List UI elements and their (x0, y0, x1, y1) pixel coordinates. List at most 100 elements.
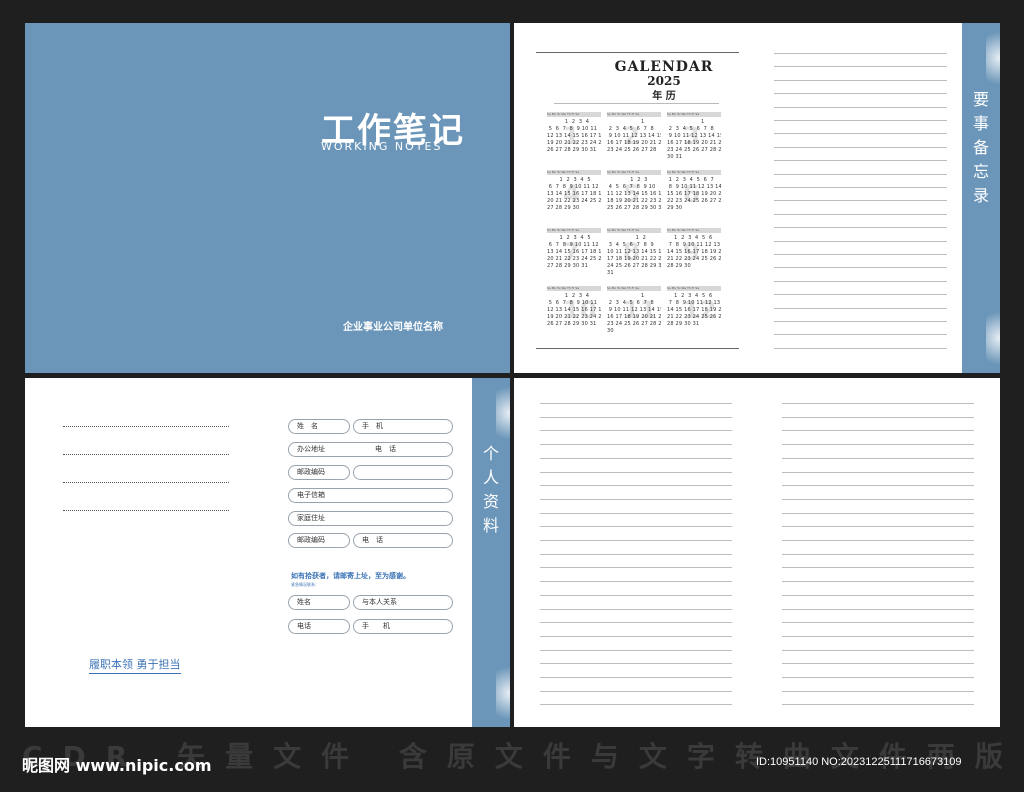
calendar-title: GALENDAR (614, 59, 714, 75)
weekday-header: Su Mo Tu We Th Fr Sa (547, 286, 601, 291)
ruled-line (540, 403, 732, 404)
weekday-header: Su Mo Tu We Th Fr Sa (607, 112, 661, 117)
weekday-header: Su Mo Tu We Th Fr Sa (667, 228, 721, 233)
personal-tab: 个人资料 (472, 378, 510, 728)
postcode-field[interactable]: 邮政编码 (288, 465, 350, 480)
ruled-line (774, 120, 947, 121)
ruled-line (540, 498, 732, 500)
calendar-bottom-rule (536, 348, 739, 349)
month-days: 1 2 3 4 5 6 7 8 9 10 11 12 13 14 15 16 1… (547, 235, 601, 269)
home-address-field[interactable]: 家庭住址 (288, 511, 453, 526)
weekday-header: Su Mo Tu We Th Fr Sa (547, 112, 601, 117)
email-field[interactable]: 电子信箱 (288, 488, 453, 503)
ruled-line (782, 567, 974, 569)
ruled-line (782, 444, 974, 446)
cover-subtitle: WORKING NOTES (321, 140, 443, 153)
calendar-month: Su Mo Tu We Th Fr Sa 5 1 2 3 4 5 6 7 8 9 … (607, 170, 661, 222)
weekday-header: Su Mo Tu We Th Fr Sa (547, 170, 601, 175)
ruled-line (774, 267, 947, 269)
notes-panel (514, 378, 1000, 727)
ruled-line (774, 187, 947, 188)
blank-line[interactable] (63, 426, 229, 427)
calendar-month: Su Mo Tu We Th Fr Sa 10 1 2 3 4 5 6 7 8 9… (547, 286, 601, 338)
ruled-line (774, 133, 947, 135)
contact-mobile-field[interactable]: 手 机 (353, 619, 453, 634)
home-phone-field[interactable]: 电 话 (353, 533, 453, 548)
ruled-line (540, 677, 732, 678)
month-days: 1 2 3 4 5 6 7 8 9 10 11 12 13 14 15 16 1… (667, 177, 721, 211)
month-days: 1 2 3 4 5 6 7 8 9 10 11 12 13 14 15 16 1… (667, 235, 721, 269)
ruled-line (540, 430, 732, 432)
emergency-contact-label: 紧急情况联系： (291, 582, 319, 587)
ruled-line (774, 227, 947, 229)
calendar-month: Su Mo Tu We Th Fr Sa 4 1 2 3 4 5 6 7 8 9 … (547, 170, 601, 222)
ruled-line (540, 553, 732, 555)
cover-company: 企业事业公司单位名称 (343, 322, 443, 333)
blank-line[interactable] (63, 482, 229, 483)
month-days: 1 2 3 4 5 6 7 8 9 10 11 12 13 14 15 16 1… (607, 293, 661, 334)
ruled-line (782, 540, 974, 541)
ruled-line (782, 622, 974, 624)
ruled-line (782, 485, 974, 487)
weekday-header: Su Mo Tu We Th Fr Sa (667, 286, 721, 291)
ruled-line (774, 53, 947, 54)
ruled-line (540, 663, 732, 665)
ruled-line (540, 540, 732, 541)
ruled-line (782, 677, 974, 678)
ruled-line (774, 294, 947, 296)
calendar-title-rule (554, 103, 719, 104)
ruled-line (774, 173, 947, 175)
blank-line[interactable] (63, 510, 229, 511)
ruled-line (782, 553, 974, 555)
ruled-line (774, 66, 947, 68)
ruled-line (540, 444, 732, 446)
month-days: 1 2 3 4 5 6 7 8 9 10 11 12 13 14 15 16 1… (607, 235, 661, 276)
ruled-line (774, 146, 947, 148)
ruled-line (540, 485, 732, 487)
home-postcode-field[interactable]: 邮政编码 (288, 533, 350, 548)
relation-field[interactable]: 与本人关系 (353, 595, 453, 610)
personal-info-panel: 姓 名 手 机 办公地址电 话 邮政编码 电子信箱 家庭住址 邮政编码 电 话 … (25, 378, 510, 728)
ruled-line (540, 649, 732, 651)
calendar-top-rule (536, 52, 739, 53)
calendar-month: Su Mo Tu We Th Fr Sa 3 1 2 3 4 5 6 7 8 9 … (667, 112, 721, 164)
blank-line[interactable] (63, 454, 229, 455)
ruled-line (774, 106, 947, 108)
ruled-line (774, 160, 947, 162)
mobile-field[interactable]: 手 机 (353, 419, 453, 434)
ruled-line (540, 704, 732, 706)
memo-tab-label: 要事备忘录 (972, 90, 989, 205)
ruled-line (774, 79, 947, 81)
ruled-line (782, 512, 974, 514)
month-days: 1 2 3 4 5 6 7 8 9 10 11 12 13 14 15 16 1… (607, 119, 661, 153)
weekday-header: Su Mo Tu We Th Fr Sa (667, 170, 721, 175)
ruled-line (774, 200, 947, 202)
ruled-line (782, 594, 974, 596)
calendar-month: Su Mo Tu We Th Fr Sa 9 1 2 3 4 5 6 7 8 9 … (667, 228, 721, 280)
ruled-line (540, 581, 732, 583)
calendar-month: Su Mo Tu We Th Fr Sa 1 1 2 3 4 5 6 7 8 9 … (547, 112, 601, 164)
contact-name-field[interactable]: 姓名 (288, 595, 350, 610)
ruled-line (774, 334, 947, 336)
ruled-line (540, 471, 732, 473)
month-days: 1 2 3 4 5 6 7 8 9 10 11 12 13 14 15 16 1… (547, 293, 601, 327)
ruled-line (540, 512, 732, 514)
ruled-line (774, 321, 947, 322)
weekday-header: Su Mo Tu We Th Fr Sa (667, 112, 721, 117)
ruled-line (540, 567, 732, 569)
memo-tab: 要事备忘录 (962, 23, 1000, 373)
ruled-line (782, 663, 974, 665)
ruled-line (782, 430, 974, 432)
contact-phone-field[interactable]: 电话 (288, 619, 350, 634)
blank-field[interactable] (353, 465, 453, 480)
month-days: 1 2 3 4 5 6 7 8 9 10 11 12 13 14 15 16 1… (607, 177, 661, 211)
weekday-header: Su Mo Tu We Th Fr Sa (547, 228, 601, 233)
name-field[interactable]: 姓 名 (288, 419, 350, 434)
ruled-line (782, 526, 974, 528)
cover-panel: 工作笔记 WORKING NOTES 企业事业公司单位名称 (25, 23, 510, 373)
ruled-line (782, 581, 974, 583)
calendar-subtitle: 年 历 (652, 91, 676, 102)
ruled-line (774, 307, 947, 309)
office-address-field[interactable]: 办公地址电 话 (288, 442, 453, 457)
ruled-line (540, 690, 732, 692)
